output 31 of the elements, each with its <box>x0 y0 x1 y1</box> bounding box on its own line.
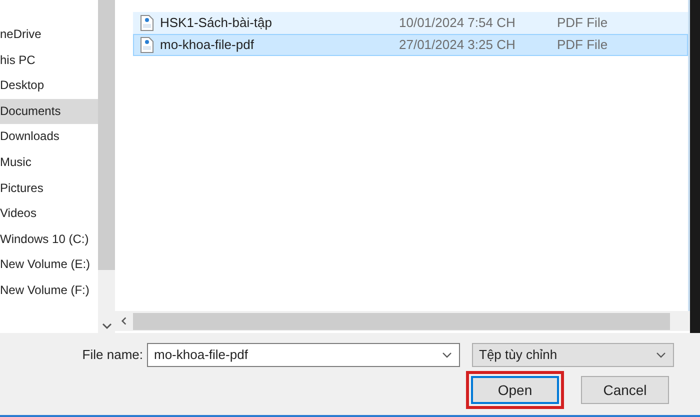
file-date: 27/01/2024 3:25 CH <box>399 36 516 54</box>
file-name: mo-khoa-file-pdf <box>160 36 254 54</box>
cancel-button[interactable]: Cancel <box>581 376 669 404</box>
sidebar-item[interactable]: Documents <box>0 98 98 124</box>
file-type: PDF File <box>557 36 608 54</box>
sidebar-item[interactable]: Windows 10 (C:) <box>0 226 98 252</box>
dropdown-icon[interactable] <box>441 351 453 359</box>
file-name: HSK1-Sách-bài-tập <box>160 14 272 32</box>
file-date: 10/01/2024 7:54 CH <box>399 14 516 32</box>
scroll-down-icon[interactable] <box>100 322 112 330</box>
sidebar-item[interactable]: Downloads <box>0 124 98 150</box>
pdf-file-icon <box>140 37 154 53</box>
sidebar-item[interactable]: Videos <box>0 201 98 227</box>
sidebar-item[interactable]: Desktop <box>0 73 98 99</box>
sidebar-item[interactable]: Pictures <box>0 176 98 202</box>
sidebar-item[interactable]: New Volume (F:) <box>0 278 98 304</box>
horizontal-scrollbar[interactable] <box>115 311 690 331</box>
file-type: PDF File <box>557 14 608 32</box>
sidebar-item[interactable]: neDrive <box>0 22 98 48</box>
open-button[interactable]: Open <box>471 376 559 404</box>
file-row[interactable]: HSK1-Sách-bài-tập 10/01/2024 7:54 CH PDF File <box>133 12 688 34</box>
file-row[interactable]: mo-khoa-file-pdf 27/01/2024 3:25 CH PDF File <box>133 34 688 56</box>
vertical-scrollbar[interactable] <box>98 0 115 333</box>
file-name-label: File name: <box>82 346 143 364</box>
pdf-file-icon <box>140 15 154 31</box>
dropdown-icon <box>655 351 667 359</box>
file-type-dropdown[interactable]: Tệp tùy chỉnh <box>472 343 674 367</box>
sidebar-item[interactable]: Music <box>0 150 98 176</box>
sidebar-item[interactable]: his PC <box>0 48 98 74</box>
file-name-field[interactable]: mo-khoa-file-pdf <box>147 343 460 367</box>
sidebar-item[interactable]: New Volume (E:) <box>0 252 98 278</box>
